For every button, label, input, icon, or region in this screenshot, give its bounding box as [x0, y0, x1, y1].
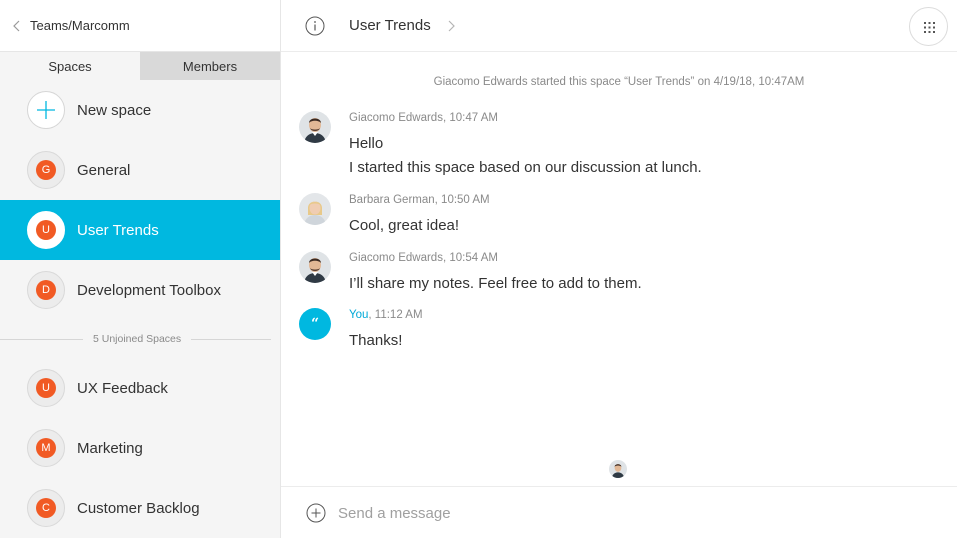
space-avatar: C — [27, 489, 65, 527]
message-meta: You, 11:12 AM — [349, 309, 423, 321]
space-initial: U — [36, 378, 56, 398]
message-time: 10:50 AM — [441, 194, 490, 206]
message-text: I’ll share my notes. Feel free to add to… — [349, 275, 642, 292]
space-item-customer-backlog[interactable]: C Customer Backlog — [0, 478, 280, 538]
space-item-marketing[interactable]: M Marketing — [0, 418, 280, 478]
space-item-development-toolbox[interactable]: D Development Toolbox — [0, 260, 280, 320]
sender-name: Giacomo Edwards — [349, 252, 443, 264]
new-space-label: New space — [77, 101, 152, 119]
tab-spaces[interactable]: Spaces — [0, 52, 140, 80]
avatar[interactable] — [299, 251, 331, 283]
sender-name: Giacomo Edwards — [349, 112, 443, 124]
message-text: Cool, great idea! — [349, 217, 460, 234]
space-name: Customer Backlog — [77, 499, 200, 517]
tab-members[interactable]: Members — [140, 52, 280, 80]
space-name: General — [77, 161, 131, 179]
space-name: Development Toolbox — [77, 281, 221, 299]
space-initial: G — [36, 160, 56, 180]
avatar[interactable]: “ — [299, 308, 331, 340]
quote-icon: “ — [310, 316, 320, 332]
space-name: User Trends — [77, 221, 159, 239]
space-initial: M — [36, 438, 56, 458]
new-space-button[interactable]: New space — [0, 80, 280, 140]
message-meta: Giacomo Edwards, 10:54 AM — [349, 252, 498, 264]
grid-icon — [924, 22, 935, 33]
space-avatar: D — [27, 271, 65, 309]
space-name: Marketing — [77, 439, 143, 457]
sender-name: Barbara German — [349, 194, 435, 206]
space-item-user-trends[interactable]: U User Trends — [0, 200, 280, 260]
conversation-header: User Trends — [281, 0, 957, 52]
space-avatar: U — [27, 211, 65, 249]
message-text: I started this space based on our discus… — [349, 159, 702, 176]
message-time: 10:47 AM — [449, 112, 498, 124]
sidebar: Teams/Marcomm Spaces Members New space G… — [0, 0, 281, 538]
team-title[interactable]: Teams/Marcomm — [30, 18, 130, 33]
apps-button[interactable] — [909, 7, 948, 46]
space-name: UX Feedback — [77, 379, 168, 397]
message-time: 11:12 AM — [374, 309, 423, 321]
team-header[interactable]: Teams/Marcomm — [0, 0, 280, 52]
message-input[interactable] — [338, 501, 938, 525]
sender-name: You — [349, 309, 369, 321]
plus-circle-icon[interactable] — [306, 503, 326, 523]
message-text: Thanks! — [349, 332, 403, 349]
avatar[interactable] — [299, 111, 331, 143]
chevron-left-icon[interactable] — [10, 19, 24, 33]
message-time: 10:54 AM — [449, 252, 498, 264]
space-initial: C — [36, 498, 56, 518]
plus-icon — [27, 91, 65, 129]
message-meta: Barbara German, 10:50 AM — [349, 194, 490, 206]
space-item-ux-feedback[interactable]: U UX Feedback — [0, 358, 280, 418]
space-title[interactable]: User Trends — [349, 17, 431, 34]
sidebar-tabs: Spaces Members — [0, 52, 280, 80]
space-avatar: M — [27, 429, 65, 467]
divider-line — [191, 338, 272, 340]
message-meta: Giacomo Edwards, 10:47 AM — [349, 112, 498, 124]
conversation-pane: User Trends Giacomo Edwards started this… — [281, 0, 957, 538]
read-receipt-avatar[interactable] — [609, 460, 627, 478]
chevron-right-icon[interactable] — [446, 19, 456, 33]
message-composer — [281, 486, 957, 538]
space-item-general[interactable]: G General — [0, 140, 280, 200]
message-text: Hello — [349, 135, 384, 152]
space-avatar: G — [27, 151, 65, 189]
space-initial: D — [36, 280, 56, 300]
info-icon[interactable] — [305, 16, 325, 36]
unjoined-divider: 5 Unjoined Spaces — [0, 330, 280, 348]
divider-line — [0, 338, 83, 340]
space-created-notice: Giacomo Edwards started this space “User… — [433, 76, 805, 88]
unjoined-spaces-label[interactable]: 5 Unjoined Spaces — [83, 333, 191, 345]
space-avatar: U — [27, 369, 65, 407]
avatar[interactable] — [299, 193, 331, 225]
space-initial: U — [36, 220, 56, 240]
